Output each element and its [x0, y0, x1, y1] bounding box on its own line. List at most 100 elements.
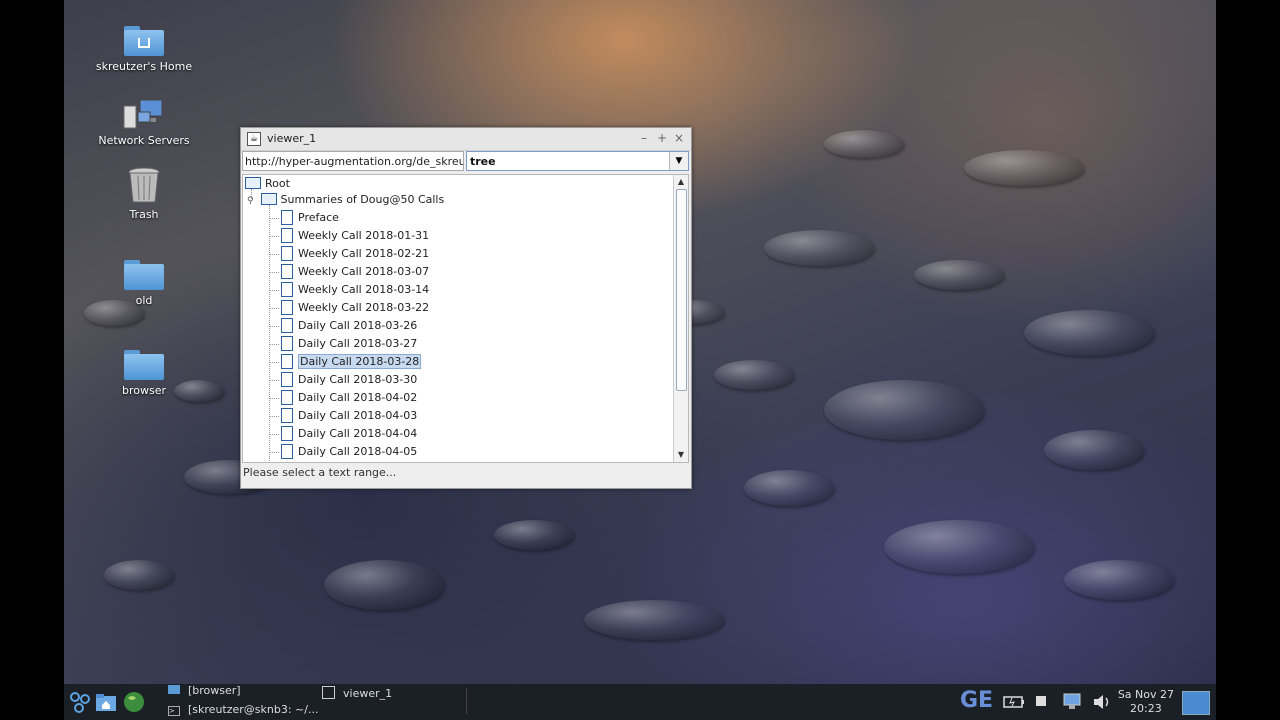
tree-item[interactable]: Preface: [281, 209, 339, 227]
tree-item[interactable]: Weekly Call 2018-03-14: [281, 281, 429, 299]
task-terminal[interactable]: > [skreutzer@sknb3: ~/...: [168, 703, 318, 716]
desktop-icon-label: skreutzer's Home: [95, 60, 193, 73]
tree-item[interactable]: Daily Call 2018-04-02: [281, 389, 417, 407]
trash-icon: [128, 167, 160, 203]
clock-day: Sa Nov 27: [1117, 688, 1174, 701]
tree-connector: [269, 205, 270, 461]
task-browser[interactable]: [browser]: [168, 684, 241, 697]
tree-item[interactable]: Daily Call 2018-04-03: [281, 407, 417, 425]
web-browser-icon[interactable]: [122, 690, 146, 714]
clock[interactable]: Sa Nov 27 20:23: [1118, 688, 1174, 716]
tree-item[interactable]: Daily Call 2018-03-27: [281, 335, 417, 353]
document-icon: [281, 353, 293, 369]
document-icon: [281, 425, 293, 441]
water-drop: [494, 520, 574, 550]
java-app-icon: ☕: [247, 132, 261, 146]
tree-item-label: Daily Call 2018-04-02: [298, 391, 418, 404]
tree-node-label: Root: [265, 177, 290, 190]
file-manager-icon[interactable]: [94, 690, 118, 714]
desktop-icon-label: Trash: [129, 208, 159, 221]
desktop-icon-network-servers[interactable]: Network Servers: [94, 98, 194, 147]
tree-item-label: Weekly Call 2018-03-07: [298, 265, 430, 278]
desktop-icon-old[interactable]: old: [94, 260, 194, 307]
tree-item-label: Weekly Call 2018-01-31: [298, 229, 430, 242]
tree-connector: [269, 236, 279, 237]
tree-item[interactable]: Weekly Call 2018-01-31: [281, 227, 429, 245]
expand-toggle-icon[interactable]: ⚲: [247, 192, 257, 210]
keyboard-layout-indicator[interactable]: GE: [960, 688, 993, 713]
close-button[interactable]: ×: [672, 131, 686, 145]
water-drop: [884, 520, 1034, 574]
app-menu-icon[interactable]: [68, 690, 92, 714]
tree-connector: [269, 344, 279, 345]
vertical-scrollbar[interactable]: ▲ ▼: [673, 175, 688, 462]
home-folder-icon: [124, 26, 164, 56]
task-label: [browser]: [188, 684, 241, 697]
chevron-down-icon[interactable]: ▼: [669, 152, 688, 170]
scrollbar-thumb[interactable]: [676, 189, 687, 391]
water-drop: [1064, 560, 1174, 600]
network-icon[interactable]: [1060, 690, 1084, 714]
folder-icon: [124, 350, 164, 380]
task-label: [skreutzer@sknb3: ~/...: [188, 703, 319, 716]
taskbar: [browser] > [skreutzer@sknb3: ~/... viewe…: [64, 684, 1216, 720]
status-text: Please select a text range...: [243, 466, 397, 479]
document-icon: [281, 317, 293, 333]
tree-node-label: Summaries of Doug@50 Calls: [280, 193, 445, 206]
folder-icon: [124, 260, 164, 290]
tree-item[interactable]: Daily Call 2018-03-30: [281, 371, 417, 389]
folder-icon: [260, 193, 277, 205]
viewer-window: ☕ viewer_1 – + × http://hyper-augmentati…: [240, 127, 692, 489]
task-divider: [466, 688, 467, 714]
window-titlebar[interactable]: ☕ viewer_1 – + ×: [241, 128, 691, 151]
tree-connector: [269, 218, 279, 219]
tree-item-label: Daily Call 2018-03-26: [298, 319, 418, 332]
tree-item[interactable]: Daily Call 2018-04-05: [281, 443, 417, 461]
desktop-icon-trash[interactable]: Trash: [94, 166, 194, 221]
show-desktop-icon[interactable]: [1182, 691, 1210, 715]
tree-item[interactable]: Daily Call 2018-03-28: [281, 353, 422, 371]
document-icon: [281, 335, 293, 351]
clock-time: 20:23: [1130, 702, 1162, 715]
tree-connector: [269, 452, 279, 453]
battery-icon[interactable]: [1002, 690, 1026, 714]
task-viewer[interactable]: viewer_1: [322, 684, 464, 720]
tree-item-label: Weekly Call 2018-02-21: [298, 247, 430, 260]
minimize-button[interactable]: –: [637, 131, 651, 145]
tree-connector: [269, 398, 279, 399]
terminal-icon: >: [168, 706, 180, 716]
document-icon: [281, 281, 293, 297]
tree-item[interactable]: Weekly Call 2018-02-21: [281, 245, 429, 263]
stop-icon[interactable]: [1036, 696, 1046, 706]
desktop-icon-label: browser: [121, 384, 166, 397]
desktop-icon-browser[interactable]: browser: [94, 350, 194, 397]
document-icon: [281, 407, 293, 423]
url-input[interactable]: http://hyper-augmentation.org/de_skreutz…: [242, 151, 464, 171]
scroll-up-icon[interactable]: ▲: [674, 175, 688, 189]
tree-item[interactable]: Daily Call 2018-04-04: [281, 425, 417, 443]
tree-item[interactable]: Weekly Call 2018-03-07: [281, 263, 429, 281]
tree-item-label: Daily Call 2018-04-05: [298, 445, 418, 458]
tree-connector: [269, 362, 279, 363]
water-drop: [104, 560, 174, 590]
water-drop: [914, 260, 1004, 290]
maximize-button[interactable]: +: [655, 131, 669, 145]
tree-node-folder[interactable]: ⚲ Summaries of Doug@50 Calls: [247, 191, 444, 209]
tree-connector: [269, 254, 279, 255]
tree-connector: [269, 380, 279, 381]
volume-icon[interactable]: [1090, 690, 1114, 714]
tree-item[interactable]: Daily Call 2018-03-26: [281, 317, 417, 335]
water-drop: [764, 230, 874, 266]
tree-item[interactable]: Weekly Call 2018-03-22: [281, 299, 429, 317]
java-app-icon: [322, 686, 335, 699]
tree-item-label: Daily Call 2018-03-27: [298, 337, 418, 350]
tree-item-label: Weekly Call 2018-03-14: [298, 283, 430, 296]
scroll-down-icon[interactable]: ▼: [674, 448, 688, 462]
desktop-icon-home[interactable]: skreutzer's Home: [94, 26, 194, 73]
desktop-icon-label: Network Servers: [98, 134, 190, 147]
view-mode-select[interactable]: tree ▼: [466, 151, 689, 171]
tree-connector: [269, 290, 279, 291]
tree-item-label: Weekly Call 2018-03-22: [298, 301, 430, 314]
tree-view[interactable]: Root ⚲ Summaries of Doug@50 Calls Prefac…: [242, 174, 689, 463]
water-drop: [824, 380, 984, 440]
